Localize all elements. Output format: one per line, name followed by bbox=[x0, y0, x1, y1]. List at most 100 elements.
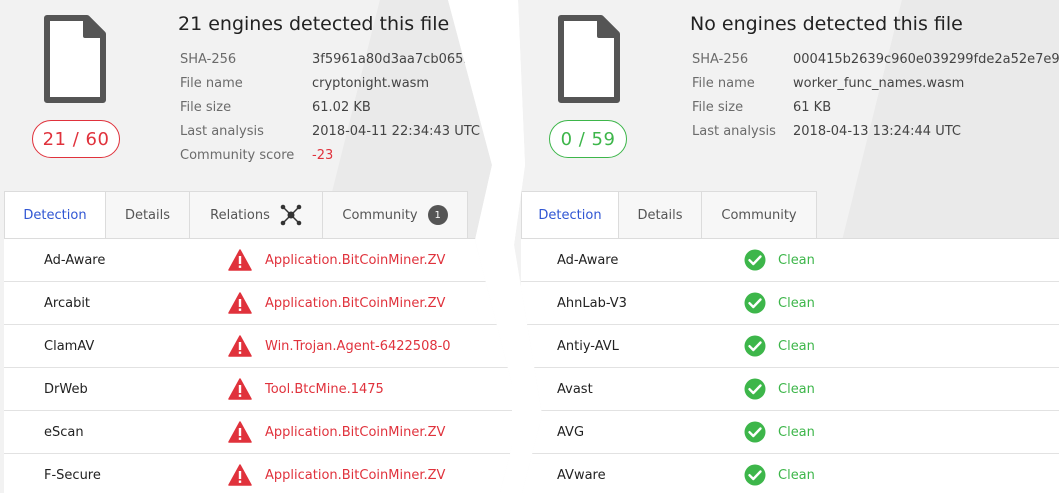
comment-count-badge: 1 bbox=[427, 205, 448, 225]
meta-row-last-analysis: Last analysis 2018-04-11 22:34:43 UTC bbox=[180, 119, 480, 143]
check-circle-icon bbox=[744, 249, 766, 271]
meta-key: File name bbox=[180, 75, 243, 91]
detection-ratio-badge: 0 / 59 bbox=[549, 120, 627, 158]
engine-name: Arcabit bbox=[44, 295, 91, 311]
check-circle-icon bbox=[744, 335, 766, 357]
graph-network-icon bbox=[280, 204, 302, 226]
tab-community[interactable]: Community bbox=[702, 191, 817, 239]
meta-row-file-size: File size 61.02 KB bbox=[180, 95, 480, 119]
tab-label: Community bbox=[342, 207, 418, 223]
detection-ratio-badge: 21 / 60 bbox=[32, 120, 120, 158]
tab-label: Detection bbox=[23, 207, 87, 223]
result-row: AVware Clean bbox=[521, 454, 1059, 493]
engine-name: Ad-Aware bbox=[44, 252, 106, 268]
warning-triangle-icon bbox=[228, 335, 252, 357]
clean-label: Clean bbox=[778, 295, 815, 311]
meta-value: 61.02 KB bbox=[312, 99, 371, 115]
engine-name: eScan bbox=[44, 424, 84, 440]
file-metadata: SHA-256 000415b2639c960e039299fde2a52e7e… bbox=[692, 47, 1059, 143]
detection-label: Application.BitCoinMiner.ZV bbox=[265, 424, 446, 440]
meta-row-file-size: File size 61 KB bbox=[692, 95, 1059, 119]
tab-detection[interactable]: Detection bbox=[4, 191, 106, 239]
meta-value: 000415b2639c960e039299fde2a52e7e9c bbox=[793, 51, 1059, 67]
check-circle-icon bbox=[744, 421, 766, 443]
meta-row-file-name: File name worker_func_names.wasm bbox=[692, 71, 1059, 95]
result-row: Ad-Aware Clean bbox=[521, 239, 1059, 282]
result-row: F-Secure Application.BitCoinMiner.ZV bbox=[4, 454, 512, 493]
meta-row-sha256: SHA-256 3f5961a80d3aa7cb0652 bbox=[180, 47, 480, 71]
tab-bar: Detection Details Relations Community 1 bbox=[4, 191, 468, 239]
page-title: No engines detected this file bbox=[690, 13, 963, 35]
warning-triangle-icon bbox=[228, 378, 252, 400]
engine-name: AVG bbox=[557, 424, 585, 440]
meta-value: cryptonight.wasm bbox=[312, 75, 430, 91]
engine-name: ClamAV bbox=[44, 338, 95, 354]
clean-label: Clean bbox=[778, 424, 815, 440]
meta-row-last-analysis: Last analysis 2018-04-13 13:24:44 UTC bbox=[692, 119, 1059, 143]
file-metadata: SHA-256 3f5961a80d3aa7cb0652 File name c… bbox=[180, 47, 480, 167]
meta-row-community-score: Community score -23 bbox=[180, 143, 480, 167]
meta-key: File size bbox=[180, 99, 232, 115]
detection-results-list: Ad-Aware Clean AhnLab-V3 Clean Antiy-AVL… bbox=[521, 238, 1059, 493]
tab-details[interactable]: Details bbox=[106, 191, 190, 239]
meta-key: File size bbox=[692, 99, 744, 115]
engine-name: DrWeb bbox=[44, 381, 88, 397]
page-title: 21 engines detected this file bbox=[178, 13, 450, 35]
result-row: DrWeb Tool.BtcMine.1475 bbox=[4, 368, 512, 411]
report-panel-clean: 0 / 59 No engines detected this file SHA… bbox=[514, 0, 1059, 493]
engine-name: AhnLab-V3 bbox=[557, 295, 627, 311]
file-icon bbox=[44, 15, 106, 103]
tab-label: Community bbox=[721, 207, 797, 223]
meta-key: Last analysis bbox=[692, 123, 776, 139]
result-row: Antiy-AVL Clean bbox=[521, 325, 1059, 368]
engine-name: AVware bbox=[557, 467, 606, 483]
tab-community[interactable]: Community 1 bbox=[323, 191, 468, 239]
tab-relations[interactable]: Relations bbox=[190, 191, 323, 239]
detection-label: Tool.BtcMine.1475 bbox=[265, 381, 384, 397]
check-circle-icon bbox=[744, 292, 766, 314]
tab-label: Details bbox=[124, 207, 171, 223]
result-row: Avast Clean bbox=[521, 368, 1059, 411]
result-row: Arcabit Application.BitCoinMiner.ZV bbox=[4, 282, 512, 325]
warning-triangle-icon bbox=[228, 421, 252, 443]
detection-label: Win.Trojan.Agent-6422508-0 bbox=[265, 338, 451, 354]
engine-name: F-Secure bbox=[44, 467, 101, 483]
detection-label: Application.BitCoinMiner.ZV bbox=[265, 252, 446, 268]
tab-detection[interactable]: Detection bbox=[521, 191, 619, 239]
meta-key: Community score bbox=[180, 147, 295, 163]
tab-label: Details bbox=[637, 207, 683, 223]
clean-label: Clean bbox=[778, 381, 815, 397]
meta-value: 2018-04-11 22:34:43 UTC bbox=[312, 123, 480, 139]
community-score-value: -23 bbox=[312, 147, 334, 163]
warning-triangle-icon bbox=[228, 292, 252, 314]
result-row: ClamAV Win.Trojan.Agent-6422508-0 bbox=[4, 325, 512, 368]
meta-key: Last analysis bbox=[180, 123, 264, 139]
meta-value: 2018-04-13 13:24:44 UTC bbox=[793, 123, 961, 139]
clean-label: Clean bbox=[778, 467, 815, 483]
meta-value: 3f5961a80d3aa7cb0652 bbox=[312, 51, 472, 67]
engine-name: Avast bbox=[557, 381, 593, 397]
meta-key: SHA-256 bbox=[692, 51, 749, 67]
detection-label: Application.BitCoinMiner.ZV bbox=[265, 295, 446, 311]
warning-triangle-icon bbox=[228, 249, 252, 271]
meta-key: SHA-256 bbox=[180, 51, 237, 67]
detection-results-list: Ad-Aware Application.BitCoinMiner.ZV Arc… bbox=[4, 238, 512, 493]
meta-key: File name bbox=[692, 75, 755, 91]
meta-row-file-name: File name cryptonight.wasm bbox=[180, 71, 480, 95]
meta-row-sha256: SHA-256 000415b2639c960e039299fde2a52e7e… bbox=[692, 47, 1059, 71]
result-row: Ad-Aware Application.BitCoinMiner.ZV bbox=[4, 239, 512, 282]
tab-details[interactable]: Details bbox=[619, 191, 702, 239]
engine-name: Ad-Aware bbox=[557, 252, 619, 268]
meta-value: 61 KB bbox=[793, 99, 832, 115]
clean-label: Clean bbox=[778, 252, 815, 268]
result-row: eScan Application.BitCoinMiner.ZV bbox=[4, 411, 512, 454]
tab-bar: Detection Details Community bbox=[521, 191, 817, 239]
engine-name: Antiy-AVL bbox=[557, 338, 619, 354]
check-circle-icon bbox=[744, 464, 766, 486]
result-row: AVG Clean bbox=[521, 411, 1059, 454]
clean-label: Clean bbox=[778, 338, 815, 354]
tab-label: Detection bbox=[538, 207, 602, 223]
tab-label: Relations bbox=[210, 207, 270, 223]
detection-label: Application.BitCoinMiner.ZV bbox=[265, 467, 446, 483]
report-panel-malicious: 21 / 60 21 engines detected this file SH… bbox=[0, 0, 512, 493]
